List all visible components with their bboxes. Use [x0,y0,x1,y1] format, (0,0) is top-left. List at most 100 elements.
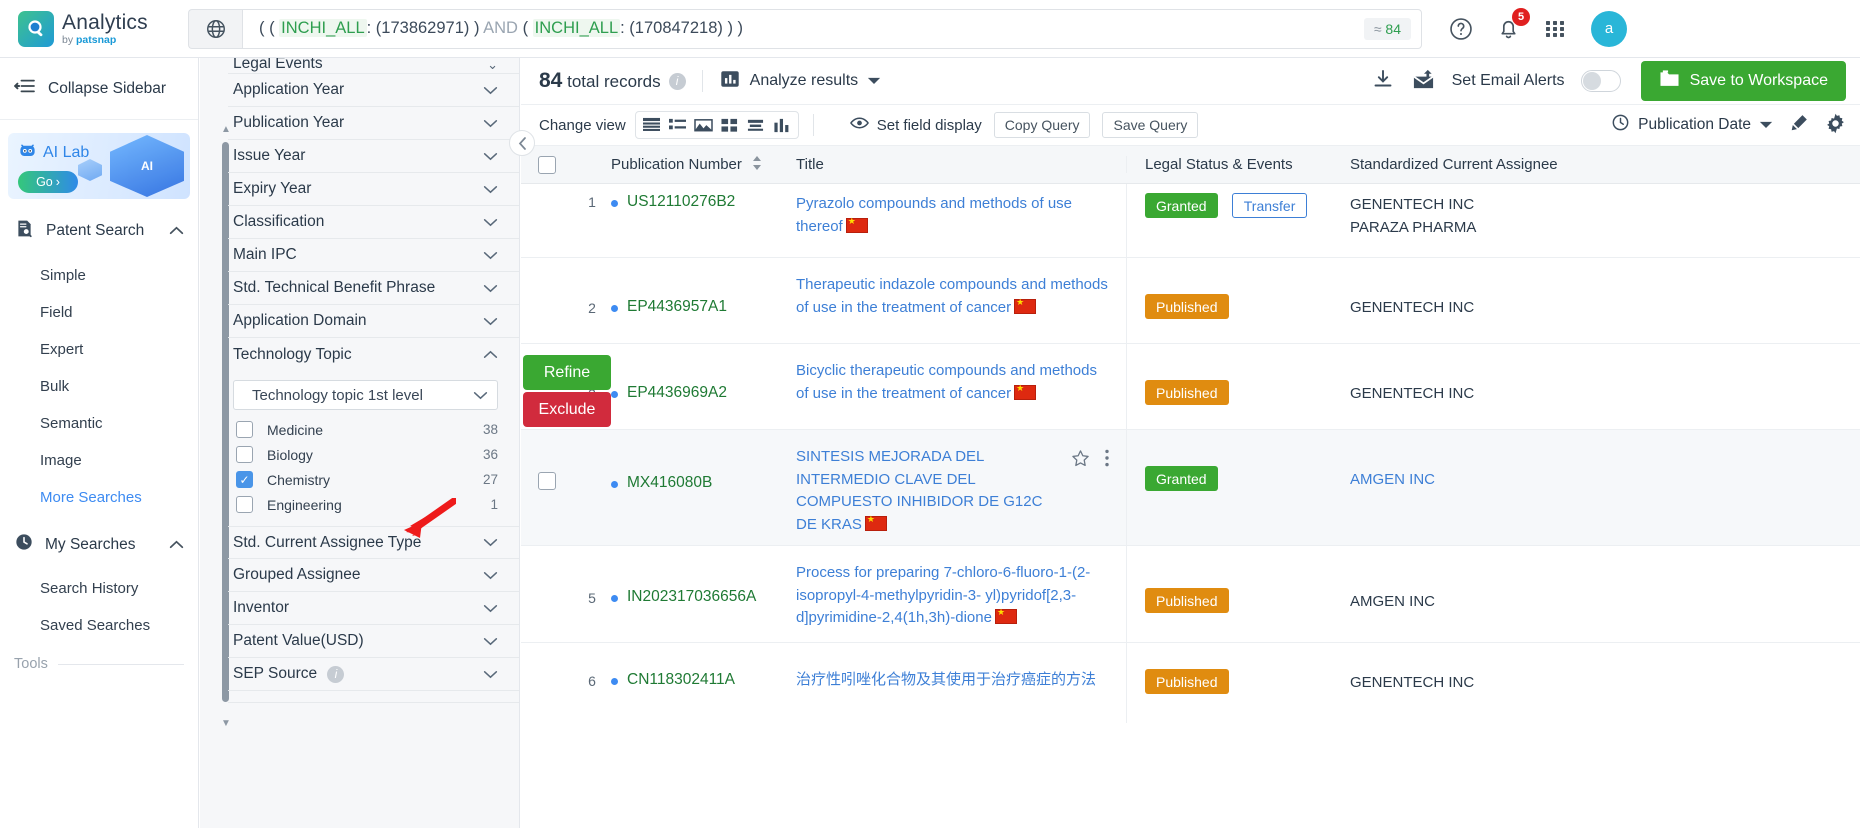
publication-number-link[interactable]: IN202317036656A [627,588,756,606]
email-alert-toggle[interactable] [1580,70,1621,92]
filter-row-std-technical-benefit-phrase[interactable]: Std. Technical Benefit Phrase [228,272,519,305]
filter-row-inventor[interactable]: Inventor [228,592,519,625]
row-select-cell[interactable] [521,184,573,257]
row-select-cell[interactable] [521,643,573,723]
row-select-cell[interactable] [521,258,573,343]
publication-number-link[interactable]: MX416080B [627,474,712,492]
filter-row-grouped-assignee[interactable]: Grouped Assignee [228,559,519,592]
filter-row-issue-year[interactable]: Issue Year [228,140,519,173]
publication-number-link[interactable]: US12110276B2 [627,193,735,211]
chart-view-icon[interactable] [770,113,794,137]
ai-lab-banner[interactable]: AI AI Lab Go › [8,133,190,199]
collapse-sidebar-button[interactable]: Collapse Sidebar [0,58,198,120]
sidebar-item-field[interactable]: Field [0,294,198,331]
globe-icon[interactable] [188,8,242,49]
analyze-results-button[interactable]: Analyze results [719,68,882,95]
filter-row-sep-source[interactable]: SEP Source i [228,658,519,691]
row-select-cell[interactable] [521,546,573,642]
filter-row-technology-topic[interactable]: Technology Topic [228,338,519,371]
table-row[interactable]: MX416080B SINTESIS MEJORADA DEL INTERMED… [521,430,1860,546]
detail-list-view-icon[interactable] [666,113,690,137]
checkbox-chemistry[interactable]: ✓ [236,471,253,488]
filter-row-legal-events[interactable]: Legal Events ⌄ [228,58,519,74]
filter-scrollbar[interactable]: ▲ ▼ [210,58,231,828]
scroll-down-arrow-icon[interactable]: ▼ [221,718,231,729]
collapse-filter-panel-handle[interactable] [509,130,535,156]
select-all-cell[interactable] [521,155,573,174]
ai-lab-go-button[interactable]: Go › [18,171,78,193]
title-link[interactable]: Process for preparing 7-chloro-6-fluoro-… [796,564,1090,626]
grid-apps-icon[interactable] [1543,17,1567,41]
filter-row-publication-year[interactable]: Publication Year [228,107,519,140]
avatar[interactable]: a [1591,10,1627,47]
sidebar-item-image[interactable]: Image [0,442,198,479]
filter-checkbox-medicine[interactable]: Medicine 38 [228,417,519,442]
copy-query-button[interactable]: Copy Query [993,112,1091,138]
table-row[interactable]: 6 CN118302411A 治疗性吲唑化合物及其使用于治疗癌症的方法 Publ… [521,643,1860,723]
star-icon[interactable] [1071,449,1090,472]
sidebar-item-simple[interactable]: Simple [0,257,198,294]
filter-row-application-domain[interactable]: Application Domain [228,305,519,338]
filter-row-std-current-assignee-type[interactable]: Std. Current Assignee Type [228,526,519,559]
row-select-cell[interactable] [521,430,573,545]
sort-arrows-icon[interactable] [751,155,763,175]
publication-number-link[interactable]: EP4436969A2 [627,384,727,402]
more-vertical-icon[interactable] [1104,448,1110,472]
filter-row-main-ipc[interactable]: Main IPC [228,239,519,272]
refine-button[interactable]: Refine [523,355,611,390]
search-query-input[interactable]: ( ( INCHI_ALL: (173862971) ) AND ( INCHI… [242,8,1422,49]
image-view-icon[interactable] [692,113,716,137]
event-badge-transfer[interactable]: Transfer [1231,193,1308,218]
filter-checkbox-engineering[interactable]: Engineering 1 [228,492,519,517]
list-view-icon[interactable] [640,113,664,137]
info-icon[interactable]: i [668,72,686,90]
title-link[interactable]: Bicyclic therapeutic compounds and metho… [796,362,1097,402]
sidebar-group-my-searches[interactable]: My Searches [0,516,198,570]
gear-icon[interactable] [1825,113,1846,138]
table-row[interactable]: 3 EP4436969A2 Bicyclic therapeutic compo… [521,344,1860,430]
row-checkbox[interactable] [538,472,556,490]
save-to-workspace-button[interactable]: Save to Workspace [1640,61,1846,101]
save-query-button[interactable]: Save Query [1102,112,1199,138]
sidebar-item-search-history[interactable]: Search History [0,570,198,607]
filter-checkbox-chemistry[interactable]: ✓ Chemistry 27 [228,467,519,492]
card-view-icon[interactable] [718,113,742,137]
filter-row-application-year[interactable]: Application Year [228,74,519,107]
filter-row-classification[interactable]: Classification [228,206,519,239]
checkbox-medicine[interactable] [236,421,253,438]
info-icon-sep-source[interactable]: i [327,665,345,683]
filter-checkbox-biology[interactable]: Biology 36 [228,442,519,467]
sidebar-item-saved-searches[interactable]: Saved Searches [0,607,198,644]
filter-row-patent-value-usd[interactable]: Patent Value(USD) [228,625,519,658]
title-link[interactable]: SINTESIS MEJORADA DEL INTERMEDIO CLAVE D… [796,448,1042,533]
assignee-name-link[interactable]: AMGEN INC [1350,468,1860,491]
checkbox-engineering[interactable] [236,496,253,513]
set-field-display-button[interactable]: Set field display [849,116,982,134]
sidebar-item-more-searches[interactable]: More Searches [0,479,198,516]
help-circle-icon[interactable] [1448,16,1474,42]
sidebar-item-bulk[interactable]: Bulk [0,368,198,405]
publication-number-link[interactable]: EP4436957A1 [627,298,727,316]
compact-view-icon[interactable] [744,113,768,137]
column-header-publication-number[interactable]: Publication Number [611,155,796,175]
highlighter-icon[interactable] [1789,113,1809,137]
app-logo[interactable]: Analytics by patsnap [0,10,200,47]
download-icon[interactable] [1371,67,1395,95]
sort-publication-date-button[interactable]: Publication Date [1611,113,1773,137]
filter-row-expiry-year[interactable]: Expiry Year [228,173,519,206]
title-link[interactable]: 治疗性吲唑化合物及其使用于治疗癌症的方法 [796,671,1096,688]
exclude-button[interactable]: Exclude [523,392,611,427]
sidebar-group-patent-search[interactable]: Patent Search [0,205,198,257]
bell-icon[interactable]: 5 [1496,8,1530,41]
publication-number-link[interactable]: CN118302411A [627,671,735,689]
technology-topic-level-select[interactable]: Technology topic 1st level [233,380,498,410]
sidebar-item-semantic[interactable]: Semantic [0,405,198,442]
email-alert-icon[interactable] [1411,68,1436,95]
table-row[interactable]: 2 EP4436957A1 Therapeutic indazole compo… [521,258,1860,344]
table-row[interactable]: 5 IN202317036656A Process for preparing … [521,546,1860,643]
sidebar-item-expert[interactable]: Expert [0,331,198,368]
title-link[interactable]: Therapeutic indazole compounds and metho… [796,276,1108,316]
title-link[interactable]: Pyrazolo compounds and methods of use th… [796,195,1072,235]
table-row[interactable]: 1 US12110276B2 Pyrazolo compounds and me… [521,184,1860,258]
checkbox-biology[interactable] [236,446,253,463]
